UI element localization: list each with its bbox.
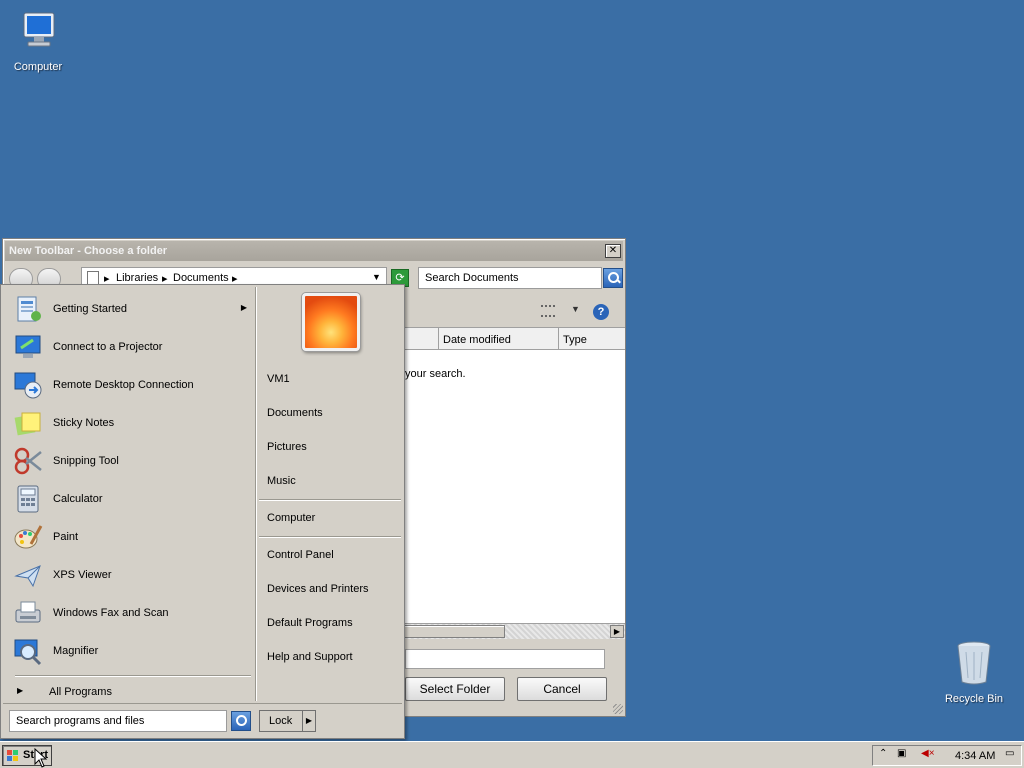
search-documents-input[interactable]: Search Documents: [418, 267, 602, 289]
link-computer[interactable]: Computer: [267, 512, 315, 524]
lock-button[interactable]: Lock: [259, 710, 303, 732]
cancel-button[interactable]: Cancel: [517, 677, 607, 701]
remote-desktop-icon: [14, 372, 42, 399]
projector-icon: [15, 335, 41, 358]
all-programs-label: All Programs: [49, 686, 112, 698]
search-programs-input[interactable]: Search programs and files: [9, 710, 227, 732]
search-icon[interactable]: [603, 268, 623, 288]
scroll-right-icon[interactable]: ▶: [610, 625, 624, 638]
program-xps-viewer[interactable]: XPS Viewer: [9, 557, 253, 593]
right-pane-separator: [259, 536, 401, 538]
folder-name-field[interactable]: [405, 649, 605, 669]
mouse-cursor-icon: [34, 748, 48, 768]
windows-flag-icon: [7, 750, 18, 761]
select-folder-button[interactable]: Select Folder: [405, 677, 505, 701]
column-header-name[interactable]: [403, 328, 439, 350]
view-toolbar: ▼ ?: [403, 297, 625, 325]
start-menu-divider: [255, 287, 257, 701]
program-label: XPS Viewer: [53, 569, 112, 581]
network-icon[interactable]: ▣: [897, 748, 906, 759]
empty-search-message: your search.: [405, 368, 466, 380]
program-sticky-notes[interactable]: Sticky Notes: [9, 405, 253, 441]
scissors-icon: [14, 447, 42, 475]
magnifier-icon: [14, 639, 42, 666]
program-list: Getting Started ▶ Connect to a Projector…: [5, 289, 253, 701]
volume-muted-icon[interactable]: ◀×: [921, 748, 935, 759]
program-label: Sticky Notes: [53, 417, 115, 429]
program-snipping-tool[interactable]: Snipping Tool: [9, 443, 253, 479]
program-connect-projector[interactable]: Connect to a Projector: [9, 329, 253, 365]
file-list[interactable]: Date modified Type your search.: [403, 327, 625, 623]
taskbar: Start ⌃ ▣ ◀× 4:34 AM ▭: [0, 741, 1024, 768]
program-calculator[interactable]: Calculator: [9, 481, 253, 517]
computer-desktop-icon[interactable]: Computer: [0, 10, 76, 73]
program-label: Connect to a Projector: [53, 341, 163, 353]
link-music[interactable]: Music: [267, 475, 296, 487]
column-header-type[interactable]: Type: [559, 328, 625, 350]
start-menu: Getting Started ▶ Connect to a Projector…: [0, 284, 405, 739]
dialog-close-button[interactable]: ✕: [605, 244, 621, 258]
program-label: Windows Fax and Scan: [53, 607, 169, 619]
help-icon[interactable]: ?: [593, 304, 609, 320]
column-header-date-modified[interactable]: Date modified: [439, 328, 559, 350]
all-programs-arrow-icon: ▶: [17, 686, 24, 695]
program-list-separator: [15, 675, 251, 677]
program-paint[interactable]: Paint: [9, 519, 253, 555]
program-label: Remote Desktop Connection: [53, 379, 194, 391]
sticky-notes-icon: [14, 412, 41, 436]
computer-icon: [23, 12, 55, 47]
fax-icon: [15, 601, 41, 623]
link-help-support[interactable]: Help and Support: [267, 651, 353, 663]
show-hidden-icons-icon[interactable]: ⌃: [879, 748, 887, 759]
link-control-panel[interactable]: Control Panel: [267, 549, 334, 561]
all-programs-button[interactable]: ▶ All Programs: [9, 683, 253, 703]
xps-viewer-icon: [14, 565, 41, 588]
clock[interactable]: 4:34 AM: [955, 750, 995, 762]
horizontal-scrollbar[interactable]: ▶: [403, 623, 625, 639]
recycle-bin-label: Recycle Bin: [944, 693, 1004, 705]
paint-palette-icon: [14, 525, 43, 549]
recycle-bin-desktop-icon[interactable]: Recycle Bin: [936, 638, 1012, 705]
scrollbar-thumb[interactable]: [403, 625, 505, 638]
program-getting-started[interactable]: Getting Started ▶: [9, 291, 253, 327]
link-user-folder[interactable]: VM1: [267, 373, 290, 385]
right-pane-separator: [259, 499, 401, 501]
view-options-icon[interactable]: [541, 305, 555, 317]
dialog-titlebar[interactable]: New Toolbar - Choose a folder ✕: [5, 241, 623, 261]
search-icon[interactable]: [231, 711, 251, 731]
program-magnifier[interactable]: Magnifier: [9, 633, 253, 669]
program-label: Getting Started: [53, 303, 127, 315]
link-devices-printers[interactable]: Devices and Printers: [267, 583, 369, 595]
start-menu-bottom-bar: Search programs and files Lock ▶: [3, 703, 402, 737]
program-label: Magnifier: [53, 645, 99, 657]
shutdown-options-arrow-icon[interactable]: ▶: [302, 710, 316, 732]
library-icon: [87, 271, 99, 285]
computer-label: Computer: [13, 61, 63, 73]
submenu-arrow-icon: ▶: [240, 303, 247, 312]
recycle-bin-icon: [957, 641, 991, 685]
chevron-down-icon[interactable]: ▼: [571, 304, 580, 314]
address-dropdown-icon[interactable]: ▼: [372, 272, 381, 282]
system-tray: ⌃ ▣ ◀× 4:34 AM ▭: [872, 745, 1022, 766]
program-label: Snipping Tool: [53, 455, 119, 467]
program-remote-desktop[interactable]: Remote Desktop Connection: [9, 367, 253, 403]
calculator-icon: [17, 485, 39, 513]
program-label: Paint: [53, 531, 79, 543]
getting-started-icon: [17, 296, 41, 322]
user-picture[interactable]: [302, 293, 360, 351]
breadcrumb-libraries[interactable]: Libraries: [116, 272, 158, 284]
dialog-title: New Toolbar - Choose a folder: [9, 245, 168, 257]
program-label: Calculator: [53, 493, 103, 505]
link-documents[interactable]: Documents: [267, 407, 323, 419]
link-pictures[interactable]: Pictures: [267, 441, 307, 453]
breadcrumb-documents[interactable]: Documents: [173, 272, 229, 284]
program-windows-fax-scan[interactable]: Windows Fax and Scan: [9, 595, 253, 631]
link-default-programs[interactable]: Default Programs: [267, 617, 353, 629]
resize-grip[interactable]: [613, 704, 623, 714]
show-desktop-icon[interactable]: ▭: [1005, 748, 1014, 759]
